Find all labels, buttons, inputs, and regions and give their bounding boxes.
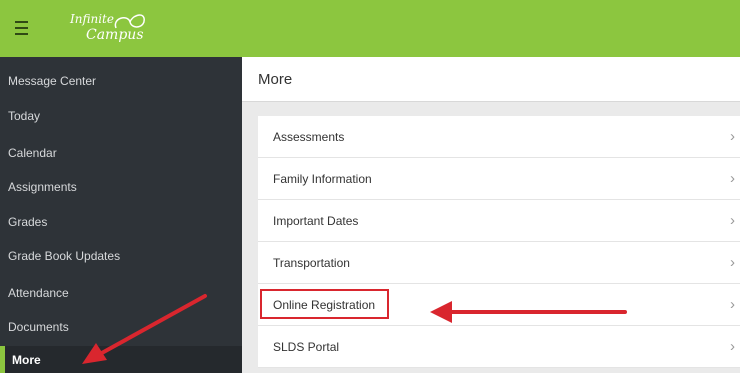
sidebar-item-assignments[interactable]: Assignments <box>0 170 242 204</box>
highlight-box <box>260 289 389 319</box>
top-bar: Infinite Campus <box>0 0 740 57</box>
list-item-label: SLDS Portal <box>273 339 340 354</box>
sidebar: Message Center Today Calendar Assignment… <box>0 57 242 373</box>
logo-text-top: Infinite <box>70 12 114 26</box>
sidebar-item-more[interactable]: More <box>0 346 242 373</box>
list-item-assessments[interactable]: Assessments › <box>258 116 740 158</box>
more-menu-list: Assessments › Family Information › Impor… <box>258 116 740 368</box>
chevron-right-icon: › <box>730 212 735 229</box>
chevron-right-icon: › <box>730 296 735 313</box>
list-item-slds-portal[interactable]: SLDS Portal › <box>258 326 740 368</box>
hamburger-menu-icon[interactable] <box>7 15 35 41</box>
sidebar-item-message-center[interactable]: Message Center <box>0 64 242 98</box>
chevron-right-icon: › <box>730 170 735 187</box>
list-item-important-dates[interactable]: Important Dates › <box>258 200 740 242</box>
chevron-right-icon: › <box>730 254 735 271</box>
list-item-label: Important Dates <box>273 213 359 228</box>
sidebar-item-attendance[interactable]: Attendance <box>0 276 242 310</box>
page-title: More <box>242 57 740 102</box>
list-item-transportation[interactable]: Transportation › <box>258 242 740 284</box>
chevron-right-icon: › <box>730 338 735 355</box>
sidebar-item-today[interactable]: Today <box>0 101 242 131</box>
logo-swoosh-icon <box>114 14 145 29</box>
sidebar-item-calendar[interactable]: Calendar <box>0 136 242 170</box>
infinite-campus-logo[interactable]: Infinite Campus <box>70 12 170 46</box>
chevron-right-icon: › <box>730 128 735 145</box>
list-item-online-registration[interactable]: Online Registration › <box>258 284 740 326</box>
sidebar-item-grade-book-updates[interactable]: Grade Book Updates <box>0 239 242 273</box>
list-item-label: Assessments <box>273 129 345 144</box>
list-item-family-information[interactable]: Family Information › <box>258 158 740 200</box>
sidebar-item-grades[interactable]: Grades <box>0 205 242 239</box>
list-item-label: Family Information <box>273 171 372 186</box>
list-item-label: Transportation <box>273 255 350 270</box>
main-content: More Assessments › Family Information › … <box>242 57 740 373</box>
sidebar-item-documents[interactable]: Documents <box>0 310 242 344</box>
